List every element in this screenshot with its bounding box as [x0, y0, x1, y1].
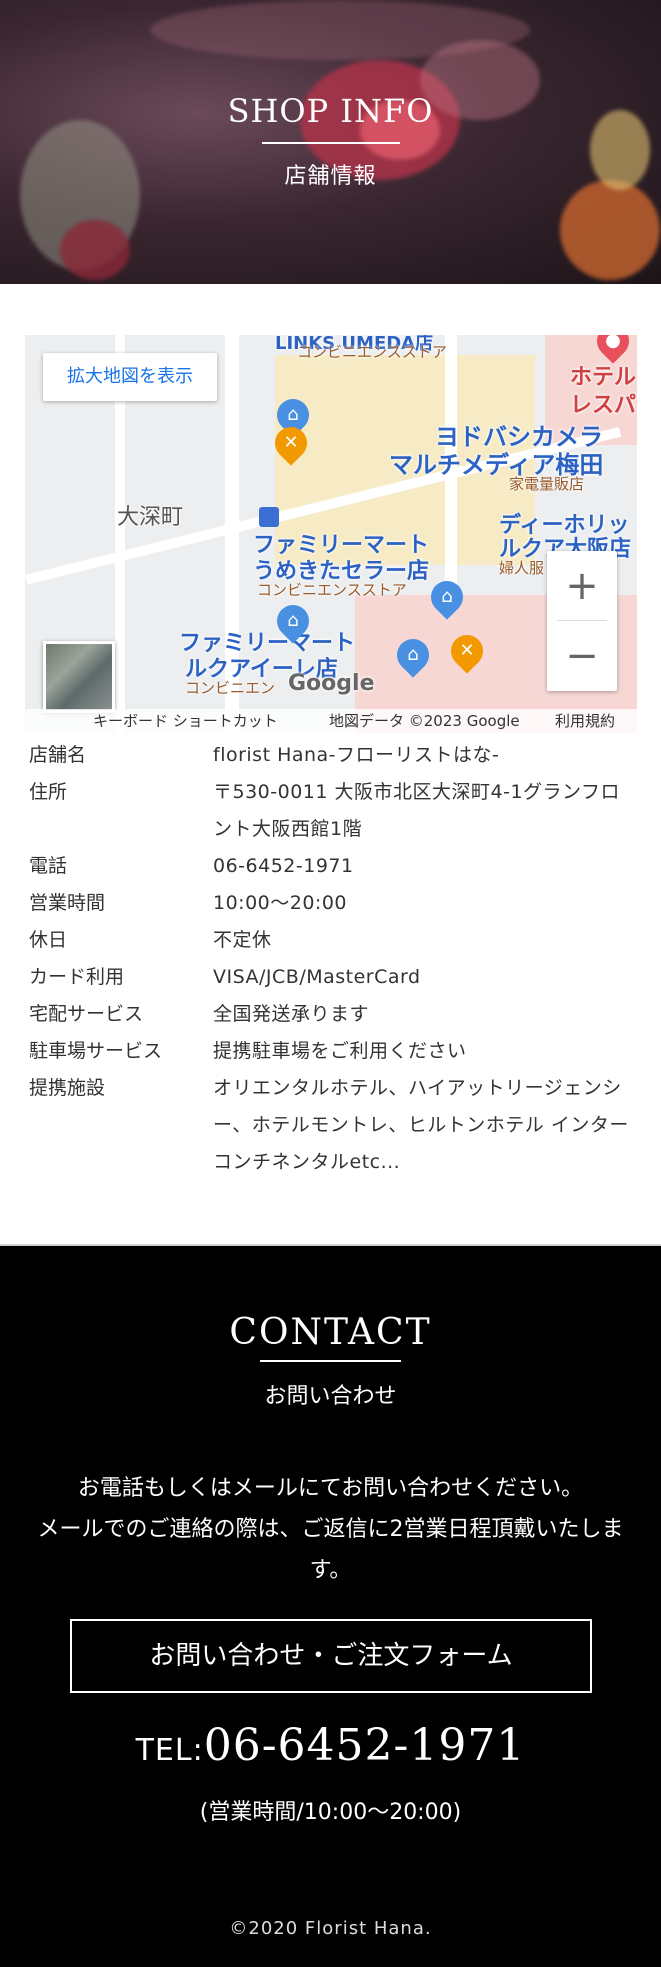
hero-banner: SHOP INFO 店舗情報	[0, 0, 661, 284]
restaurant-pin-icon[interactable]: ✕	[444, 628, 490, 674]
hero-title-jp: 店舗情報	[284, 164, 377, 189]
zoom-divider	[557, 620, 607, 621]
info-row-hours: 営業時間 10:00〜20:00	[29, 885, 639, 922]
info-row-partners: 提携施設 オリエンタルホテル、ハイアットリージェンシー、ホテルモントレ、ヒルトン…	[29, 1070, 639, 1181]
terms-link[interactable]: 利用規約	[555, 709, 615, 733]
info-row-delivery: 宅配サービス 全国発送承ります	[29, 996, 639, 1033]
google-logo: Google	[288, 671, 375, 696]
contact-title-underline	[260, 1360, 401, 1362]
contact-message-line-1: お電話もしくはメールにてお問い合わせください。	[77, 1476, 584, 1501]
map-label-fm-umekita-sub: コンビニエンスストア	[257, 581, 407, 599]
info-key: 駐車場サービス	[29, 1040, 163, 1062]
info-value: 全国発送承ります	[213, 1003, 370, 1025]
shopping-pin-icon[interactable]: ⌂	[390, 632, 436, 678]
info-row-address: 住所 〒530-0011 大阪市北区大深町4-1グランフロント大阪西館1階	[29, 774, 639, 848]
map-label-ofukacho: 大深町	[117, 505, 184, 530]
info-key: 営業時間	[29, 892, 106, 914]
info-key: 住所	[29, 781, 68, 803]
info-value: オリエンタルホテル、ハイアットリージェンシー、ホテルモントレ、ヒルトンホテル イ…	[213, 1077, 629, 1173]
hero-title-en: SHOP INFO	[227, 92, 434, 130]
copyright: ©2020 Florist Hana.	[229, 1918, 432, 1939]
info-row-parking: 駐車場サービス 提携駐車場をご利用ください	[29, 1033, 639, 1070]
map-label-hotel-2: レスパ	[570, 393, 637, 418]
zoom-controls: + −	[547, 551, 617, 691]
shopping-pin-icon[interactable]: ⌂	[270, 598, 316, 644]
map-label-linx-sub: コンビニエンスストア	[297, 343, 447, 361]
keyboard-shortcuts-link[interactable]: キーボード ショートカット	[93, 709, 278, 733]
embedded-map[interactable]: LINKS UMEDA店 コンビニエンスストア ホテル レスパ ヨドバシカメラ …	[25, 335, 637, 733]
map-label-yodobashi-sub: 家電量販店	[509, 475, 585, 493]
info-value: 10:00〜20:00	[213, 892, 348, 914]
contact-form-button[interactable]: お問い合わせ・ご注文フォーム	[70, 1619, 592, 1693]
train-station-icon[interactable]	[259, 507, 279, 527]
tel-number: 06-6452-1971	[203, 1720, 526, 1771]
info-value: 〒530-0011 大阪市北区大深町4-1グランフロント大阪西館1階	[213, 781, 620, 840]
info-row-name: 店舗名 florist Hana-フローリストはな-	[29, 737, 639, 774]
info-row-holiday: 休日 不定休	[29, 922, 639, 959]
shopping-pin-icon[interactable]: ⌂	[424, 574, 470, 620]
info-value: VISA/JCB/MasterCard	[213, 966, 421, 988]
shop-info-table: 店舗名 florist Hana-フローリストはな- 住所 〒530-0011 …	[29, 737, 639, 1181]
contact-message: お電話もしくはメールにてお問い合わせください。 メールでのご連絡の際は、ご返信に…	[20, 1468, 641, 1591]
satellite-view-toggle[interactable]	[43, 641, 115, 713]
hero-title-underline	[262, 142, 400, 144]
restaurant-pin-icon[interactable]: ✕	[268, 420, 314, 466]
map-data-text: 地図データ ©2023 Google	[329, 712, 520, 730]
info-value: florist Hana-フローリストはな-	[213, 744, 500, 766]
contact-hours: (営業時間/10:00〜20:00)	[199, 1800, 462, 1825]
info-key: 休日	[29, 929, 68, 951]
info-row-phone: 電話 06-6452-1971	[29, 848, 639, 885]
info-key: 電話	[29, 855, 68, 877]
zoom-out-button[interactable]: −	[547, 621, 617, 691]
info-value: 提携駐車場をご利用ください	[213, 1040, 467, 1062]
info-value: 06-6452-1971	[213, 855, 354, 877]
info-row-cards: カード利用 VISA/JCB/MasterCard	[29, 959, 639, 996]
info-key: カード利用	[29, 966, 125, 988]
contact-message-line-2: メールでのご連絡の際は、ご返信に2営業日程頂戴いたします。	[37, 1517, 624, 1583]
map-label-fm-lucua-sub: コンビニエン	[185, 679, 276, 697]
contact-section: CONTACT お問い合わせ お電話もしくはメールにてお問い合わせください。 メ…	[0, 1246, 661, 1967]
phone-link[interactable]: TEL:06-6452-1971	[0, 1720, 661, 1771]
contact-title-en: CONTACT	[229, 1312, 432, 1353]
contact-title-jp: お問い合わせ	[264, 1384, 397, 1409]
zoom-in-button[interactable]: +	[547, 551, 617, 621]
tel-prefix: TEL:	[135, 1733, 204, 1768]
info-key: 店舗名	[29, 744, 87, 766]
info-key: 提携施設	[29, 1077, 106, 1099]
map-attribution-bar: キーボード ショートカット 地図データ ©2023 Google 利用規約	[25, 709, 637, 733]
info-key: 宅配サービス	[29, 1003, 144, 1025]
map-label-dior-sub: 婦人服	[499, 559, 545, 577]
info-value: 不定休	[213, 929, 272, 951]
enlarge-map-button[interactable]: 拡大地図を表示	[43, 353, 217, 401]
